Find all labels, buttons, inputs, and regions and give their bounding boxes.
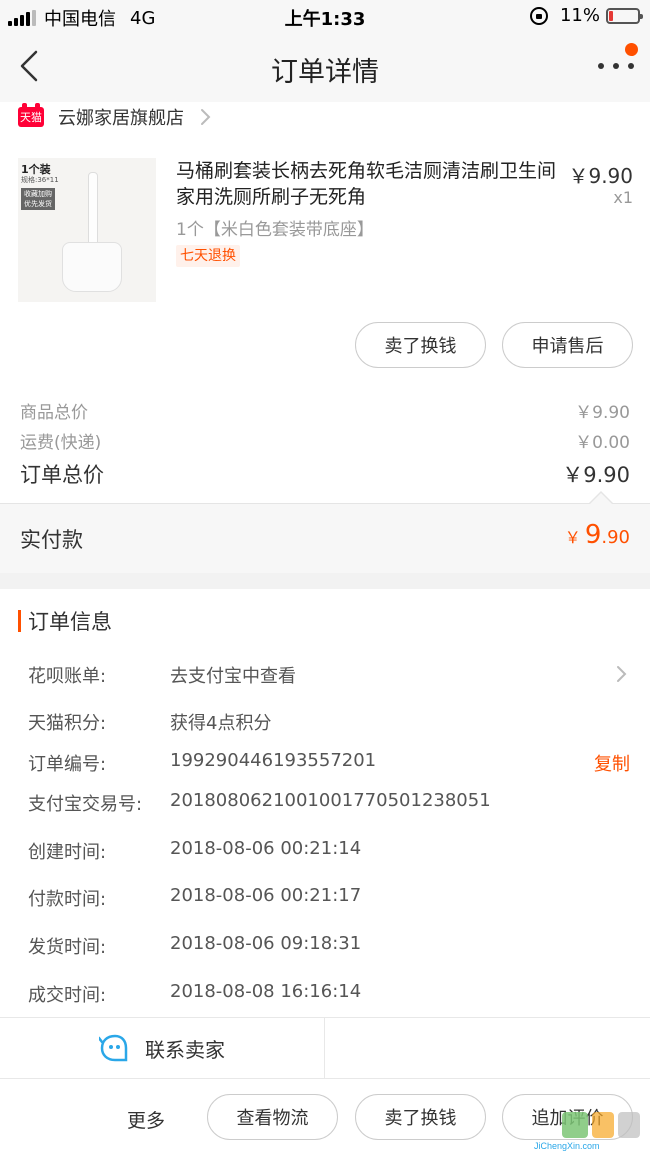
- chat-bubble-icon: [99, 1034, 128, 1062]
- battery-icon: [606, 7, 643, 24]
- chevron-right-icon: [617, 666, 627, 682]
- paid-amount-box: 实付款 ￥ 9 .90: [0, 503, 650, 573]
- shipping-row: 运费(快递) ￥0.00: [0, 428, 650, 453]
- more-dot-icon: [628, 63, 634, 69]
- info-label: 付款时间:: [28, 889, 107, 910]
- return-policy-badge: 七天退换: [176, 245, 240, 267]
- copy-button[interactable]: 复制: [594, 750, 630, 776]
- more-menu-button[interactable]: [598, 58, 634, 74]
- paid-currency: ￥: [564, 528, 581, 547]
- info-value: 2018-08-06 09:18:31: [170, 933, 362, 954]
- info-row-order-number: 订单编号: 199290446193557201 复制: [0, 750, 650, 780]
- info-row-alipay-trade: 支付宝交易号: 2018080621001001770501238051: [0, 790, 650, 820]
- battery-percent: 11%: [559, 5, 600, 26]
- info-value: 2018080621001001770501238051: [170, 790, 491, 811]
- info-label: 发货时间:: [28, 937, 107, 958]
- info-row-points: 天猫积分: 获得4点积分: [0, 709, 650, 739]
- more-dot-icon: [598, 63, 604, 69]
- product-sku: 1个【米白色套装带底座】: [176, 220, 374, 240]
- info-row-paid: 付款时间: 2018-08-06 00:21:17: [0, 885, 650, 915]
- paid-value: ￥ 9 .90: [565, 520, 630, 550]
- contact-seller-button[interactable]: 联系卖家: [0, 1018, 325, 1078]
- info-label: 天猫积分:: [28, 713, 107, 734]
- shop-row[interactable]: 天猫 云娜家居旗舰店: [0, 100, 650, 134]
- watermark-text: JiChengXin.com: [534, 1141, 600, 1151]
- goods-total-row: 商品总价 ￥9.90: [0, 398, 650, 423]
- info-row-completed: 成交时间: 2018-08-08 16:16:14: [0, 981, 650, 1011]
- info-value: 2018-08-06 00:21:17: [170, 885, 362, 906]
- info-row-huabei[interactable]: 花呗账单: 去支付宝中查看: [0, 662, 650, 692]
- shop-name: 云娜家居旗舰店: [58, 108, 184, 129]
- info-label: 创建时间:: [28, 842, 107, 863]
- info-value: 199290446193557201: [170, 750, 377, 771]
- paid-label: 实付款: [20, 528, 83, 552]
- product-image-spec: 规格:36*11: [21, 176, 59, 184]
- contact-seller-label: 联系卖家: [145, 1037, 225, 1062]
- more-actions-button[interactable]: 更多: [127, 1106, 165, 1133]
- shipping-value: ￥0.00: [575, 433, 630, 453]
- rotation-lock-icon: [529, 6, 548, 25]
- tmall-logo-icon: 天猫: [18, 103, 44, 127]
- info-label: 花呗账单:: [28, 666, 107, 687]
- contact-bar: 联系卖家: [0, 1017, 650, 1079]
- info-value: 获得4点积分: [170, 713, 272, 734]
- section-accent-bar: [18, 610, 21, 632]
- order-total-value: ￥9.90: [562, 463, 630, 487]
- info-row-created: 创建时间: 2018-08-06 00:21:14: [0, 838, 650, 868]
- aftersale-button[interactable]: 申请售后: [502, 322, 633, 368]
- paid-decimal: .90: [601, 527, 630, 548]
- info-value: 2018-08-06 00:21:14: [170, 838, 362, 859]
- info-value: 2018-08-08 16:16:14: [170, 981, 362, 1002]
- section-divider: [0, 573, 650, 589]
- status-right: 11%: [529, 5, 643, 26]
- info-row-shipped: 发货时间: 2018-08-06 09:18:31: [0, 933, 650, 963]
- product-quantity: x1: [613, 188, 633, 207]
- more-dot-icon: [613, 63, 619, 69]
- goods-total-label: 商品总价: [20, 403, 88, 423]
- chevron-right-icon: [201, 109, 211, 125]
- sell-button[interactable]: 卖了换钱: [355, 322, 486, 368]
- nav-bar: 订单详情: [0, 32, 650, 102]
- info-label: 支付宝交易号:: [28, 794, 143, 815]
- brush-base-shape: [62, 242, 122, 292]
- notification-dot: [625, 43, 638, 56]
- product-title: 马桶刷套装长柄去死角软毛洁厕清洁刷卫生间家用洗厕所刷子无死角: [176, 160, 557, 208]
- product-price: ￥9.90: [568, 164, 633, 188]
- info-label: 订单编号:: [28, 754, 107, 775]
- order-total-label: 订单总价: [20, 463, 104, 487]
- info-label: 成交时间:: [28, 985, 107, 1006]
- watermark-logo: JiChengXin.com: [534, 1112, 640, 1151]
- paid-integer: 9: [584, 520, 602, 550]
- product-item[interactable]: 1个装 规格:36*11 收藏加购 优先发货 马桶刷套装长柄去死角软毛洁厕清洁刷…: [0, 152, 650, 312]
- status-bar: 中国电信 4G 上午1:33 11%: [0, 0, 650, 32]
- product-image[interactable]: 1个装 规格:36*11 收藏加购 优先发货: [18, 158, 156, 302]
- info-value: 去支付宝中查看: [170, 666, 296, 687]
- sell-button-bottom[interactable]: 卖了换钱: [355, 1094, 486, 1140]
- order-info-title: 订单信息: [28, 610, 112, 634]
- product-image-promo: 收藏加购 优先发货: [21, 188, 55, 210]
- pay-box-notch-fill: [590, 493, 612, 504]
- view-logistics-button[interactable]: 查看物流: [207, 1094, 338, 1140]
- goods-total-value: ￥9.90: [575, 403, 630, 423]
- page-title: 订单详情: [271, 57, 379, 88]
- order-total-row: 订单总价 ￥9.90: [0, 459, 650, 489]
- shipping-label: 运费(快递): [20, 433, 102, 453]
